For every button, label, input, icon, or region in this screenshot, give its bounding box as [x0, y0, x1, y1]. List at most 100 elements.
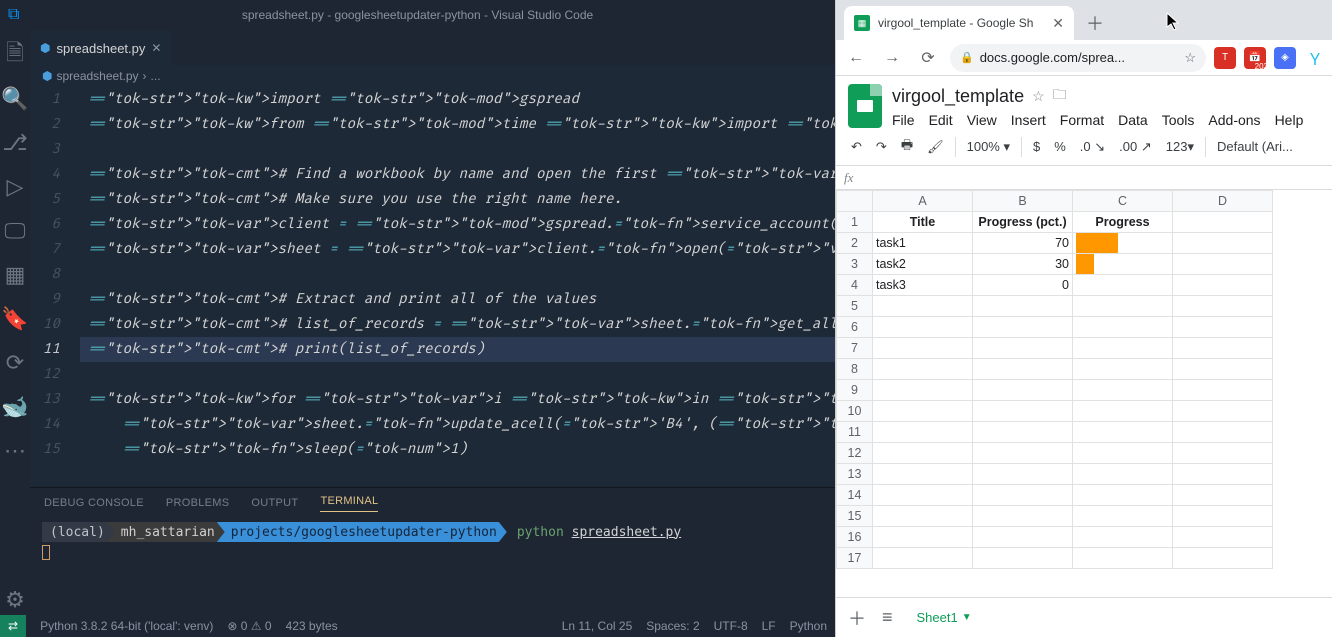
back-button-icon[interactable]: ← — [842, 49, 870, 67]
sb-python-env[interactable]: Python 3.8.2 64-bit ('local': venv) — [40, 619, 213, 633]
row-header[interactable]: 14 — [837, 485, 873, 506]
extensions-icon[interactable]: ▦ — [0, 260, 30, 290]
cell[interactable] — [1073, 401, 1173, 422]
breadcrumb[interactable]: ⬢ spreadsheet.py › ... — [30, 65, 835, 87]
menu-insert[interactable]: Insert — [1011, 112, 1046, 128]
col-header[interactable]: C — [1073, 191, 1173, 212]
col-header[interactable]: A — [873, 191, 973, 212]
cell[interactable] — [873, 443, 973, 464]
cell[interactable] — [1073, 422, 1173, 443]
settings-gear-icon[interactable]: ⚙ — [0, 585, 30, 615]
cell[interactable] — [973, 527, 1073, 548]
row-header[interactable]: 9 — [837, 380, 873, 401]
progress-bar-cell[interactable] — [1073, 275, 1173, 296]
numfmt-select[interactable]: 123▾ — [1163, 137, 1197, 157]
col-header[interactable]: D — [1173, 191, 1273, 212]
cell[interactable] — [1073, 548, 1173, 569]
cell[interactable] — [873, 401, 973, 422]
row-header[interactable]: 4 — [837, 275, 873, 296]
cell[interactable]: 30 — [973, 254, 1073, 275]
panel-tab-debug[interactable]: DEBUG CONSOLE — [44, 497, 144, 509]
new-tab-button[interactable]: ＋ — [1074, 6, 1116, 40]
cell[interactable]: Progress (pct.) — [973, 212, 1073, 233]
cell[interactable] — [1173, 233, 1273, 254]
cell[interactable] — [973, 422, 1073, 443]
chevron-down-icon[interactable]: ▼ — [962, 612, 972, 623]
format-currency-icon[interactable]: $ — [1030, 137, 1043, 156]
cell[interactable] — [873, 506, 973, 527]
cell[interactable] — [1173, 464, 1273, 485]
cell[interactable] — [873, 485, 973, 506]
cell[interactable] — [973, 548, 1073, 569]
cell[interactable] — [973, 359, 1073, 380]
cell[interactable] — [1073, 359, 1173, 380]
extension-icon-1[interactable]: T — [1214, 47, 1236, 69]
debug-icon[interactable]: ▷ — [0, 172, 30, 202]
sb-eol[interactable]: LF — [762, 619, 776, 633]
code-editor[interactable]: 123456789101112131415 =="tok-str">"tok-k… — [30, 87, 835, 487]
cell[interactable] — [1173, 296, 1273, 317]
cell[interactable] — [1173, 485, 1273, 506]
progress-bar-cell[interactable] — [1073, 254, 1173, 275]
extension-icon-4[interactable]: Ｙ — [1304, 47, 1326, 69]
cell[interactable] — [973, 380, 1073, 401]
menu-edit[interactable]: Edit — [929, 112, 953, 128]
row-header[interactable]: 2 — [837, 233, 873, 254]
row-header[interactable]: 11 — [837, 422, 873, 443]
cell[interactable] — [1073, 527, 1173, 548]
browser-tab[interactable]: ▦ virgool_template - Google Sh ✕ — [844, 6, 1074, 40]
reload-button-icon[interactable]: ⟳ — [914, 48, 942, 68]
forward-button-icon[interactable]: → — [878, 49, 906, 67]
cell[interactable] — [1173, 443, 1273, 464]
cell[interactable]: Progress — [1073, 212, 1173, 233]
menu-file[interactable]: File — [892, 112, 915, 128]
extension-icon-2[interactable]: 📅203 — [1244, 47, 1266, 69]
search-icon[interactable]: 🔍 — [0, 84, 30, 114]
row-header[interactable]: 15 — [837, 506, 873, 527]
cell[interactable] — [873, 338, 973, 359]
cell[interactable]: 0 — [973, 275, 1073, 296]
cell[interactable] — [873, 464, 973, 485]
menu-help[interactable]: Help — [1275, 112, 1304, 128]
add-sheet-icon[interactable]: ＋ — [844, 601, 870, 635]
sb-filesize[interactable]: 423 bytes — [286, 619, 338, 633]
star-icon[interactable]: ☆ — [1032, 88, 1045, 105]
cell[interactable] — [1173, 527, 1273, 548]
row-header[interactable]: 5 — [837, 296, 873, 317]
panel-tab-terminal[interactable]: TERMINAL — [320, 495, 378, 512]
more-icon[interactable]: ⋯ — [0, 436, 30, 466]
cell[interactable] — [973, 296, 1073, 317]
terminal[interactable]: (local) mh_sattarian projects/googleshee… — [30, 518, 835, 615]
panel-tab-problems[interactable]: PROBLEMS — [166, 497, 230, 509]
close-tab-icon[interactable]: ✕ — [1052, 15, 1064, 32]
timer-icon[interactable]: ⟳ — [0, 348, 30, 378]
cell[interactable]: task3 — [873, 275, 973, 296]
menu-addons[interactable]: Add-ons — [1208, 112, 1260, 128]
inc-decimal-icon[interactable]: .00 ↗ — [1116, 137, 1155, 157]
sheets-logo-icon[interactable] — [848, 84, 882, 128]
cell[interactable] — [1073, 506, 1173, 527]
row-header[interactable]: 10 — [837, 401, 873, 422]
sb-lang[interactable]: Python — [790, 619, 827, 633]
menu-format[interactable]: Format — [1060, 112, 1104, 128]
move-folder-icon[interactable]: 🗀 — [1053, 84, 1067, 108]
spreadsheet-grid[interactable]: ABCD1TitleProgress (pct.)Progress2task17… — [836, 190, 1332, 597]
cell[interactable] — [1173, 254, 1273, 275]
sb-problems[interactable]: ⊗ 0 ⚠ 0 — [227, 619, 271, 633]
doc-title[interactable]: virgool_template — [892, 86, 1024, 107]
cell[interactable] — [1073, 338, 1173, 359]
cell[interactable] — [1173, 548, 1273, 569]
row-header[interactable]: 17 — [837, 548, 873, 569]
zoom-select[interactable]: 100% ▾ — [964, 137, 1013, 157]
cell[interactable]: task1 — [873, 233, 973, 254]
cell[interactable]: Title — [873, 212, 973, 233]
cell[interactable] — [1173, 401, 1273, 422]
cell[interactable] — [873, 296, 973, 317]
cell[interactable] — [1173, 212, 1273, 233]
cell[interactable] — [973, 506, 1073, 527]
progress-bar-cell[interactable] — [1073, 233, 1173, 254]
cell[interactable] — [873, 359, 973, 380]
font-select[interactable]: Default (Ari... — [1214, 137, 1296, 156]
format-percent-icon[interactable]: % — [1051, 137, 1069, 156]
sb-lncol[interactable]: Ln 11, Col 25 — [562, 619, 633, 633]
